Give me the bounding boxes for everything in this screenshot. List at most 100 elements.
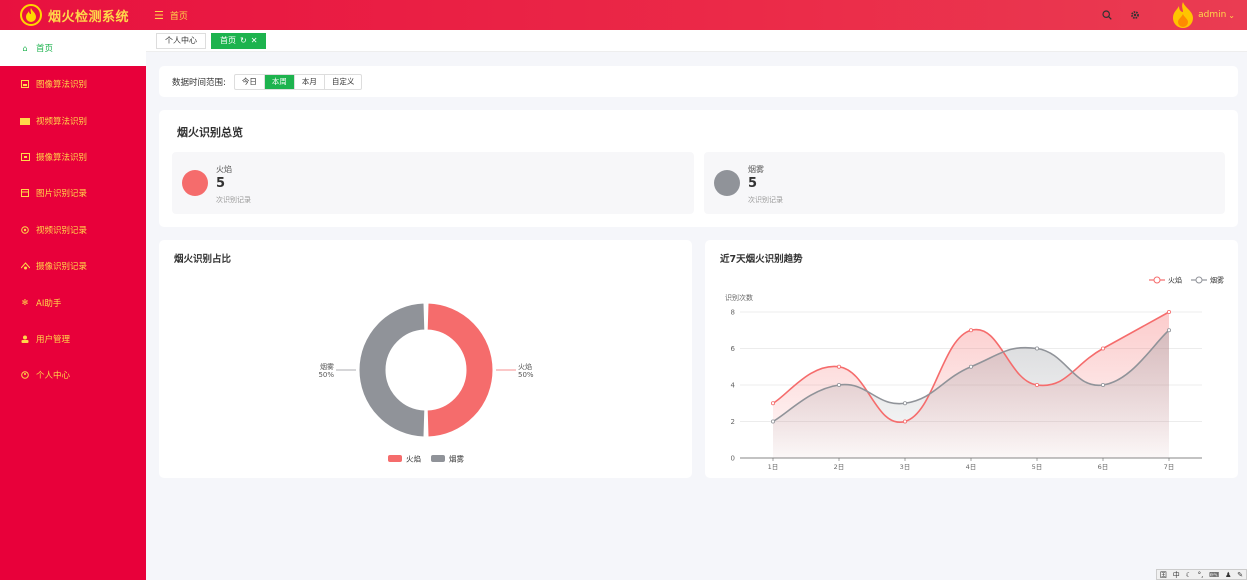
logo-area: 烟火检测系统: [0, 0, 146, 30]
chevron-down-icon[interactable]: ⌄: [1228, 11, 1235, 20]
x-tick-label: 7日: [1164, 463, 1175, 471]
stat-value: 5: [748, 176, 758, 191]
dots-icon[interactable]: °,: [1198, 571, 1204, 579]
y-tick-label: 0: [731, 455, 735, 463]
data-point: [1100, 382, 1105, 387]
language-icon[interactable]: 中: [1173, 570, 1180, 580]
sidebar-item-home[interactable]: ⌂ 首页: [0, 30, 146, 66]
time-range-segment: 今日 本周 本月 自定义: [233, 73, 363, 90]
legend-marker: [1153, 276, 1161, 284]
input-method-icon[interactable]: 囯: [1160, 570, 1167, 580]
range-custom-button[interactable]: 自定义: [325, 75, 362, 89]
refresh-icon[interactable]: ↻: [240, 36, 247, 45]
range-week-button[interactable]: 本周: [264, 74, 295, 89]
tab-label: 个人中心: [165, 36, 197, 45]
app-title: 烟火检测系统: [48, 9, 130, 25]
legend-label: 烟雾: [1210, 276, 1224, 285]
tab-profile[interactable]: 个人中心: [156, 32, 206, 49]
trend-chart-card: 近7天烟火识别趋势 0 2 4 6 8 识别次数 1日 2日 3日 4日 5日 6日 7日 火焰 烟雾: [705, 240, 1238, 478]
legend-label: 火焰: [406, 454, 421, 464]
trend-chart: 0 2 4 6 8 识别次数 1日 2日 3日 4日 5日 6日 7日 火焰 烟雾: [725, 276, 1224, 472]
sidebar-item-label: 视频算法识别: [36, 116, 88, 127]
x-tick-label: 3日: [900, 463, 911, 471]
sidebar-item-image-detect[interactable]: 图像算法识别: [0, 66, 146, 102]
stat-value: 5: [216, 176, 226, 191]
camera-record-icon: [20, 261, 30, 271]
video-record-icon: [20, 225, 30, 235]
sidebar-item-picture-record[interactable]: 图片识别记录: [0, 175, 146, 211]
sidebar-item-ai-assistant[interactable]: ✻ AI助手: [0, 284, 146, 320]
ratio-chart-card: 烟火识别占比 火焰 50% 烟雾 50% 火焰 烟雾: [159, 240, 692, 478]
pie-chart: 火焰50%烟雾50% 火焰 烟雾: [318, 302, 534, 464]
y-axis-label: 识别次数: [725, 293, 753, 302]
username[interactable]: admin: [1198, 10, 1226, 20]
x-tick-label: 4日: [966, 463, 977, 471]
pie-label-name: 烟雾: [320, 362, 334, 371]
y-tick-label: 8: [731, 309, 735, 317]
image-icon: [20, 79, 30, 89]
data-point: [771, 401, 776, 406]
x-tick-label: 5日: [1032, 463, 1043, 471]
profile-icon: [20, 370, 30, 380]
pie-label-percent: 50%: [518, 371, 534, 379]
wrench-icon[interactable]: ✎: [1237, 571, 1243, 579]
stat-unit: 次识别记录: [216, 196, 251, 204]
sidebar-item-profile[interactable]: 个人中心: [0, 357, 146, 393]
tabs-bar: 个人中心 首页 ↻ ✕: [146, 30, 1247, 52]
moon-icon[interactable]: ☾: [1186, 571, 1192, 579]
avatar[interactable]: [1172, 2, 1194, 28]
stat-smoke: 烟雾 5 次识别记录: [704, 152, 1225, 214]
data-point: [1034, 382, 1039, 387]
stat-fire: 火焰 5 次识别记录: [172, 152, 694, 214]
menu-toggle-icon[interactable]: ☰: [154, 9, 164, 22]
pie-slice-0: [426, 302, 494, 438]
person-icon[interactable]: ♟: [1225, 571, 1231, 579]
close-icon[interactable]: ✕: [251, 36, 258, 45]
search-icon[interactable]: [1100, 8, 1114, 22]
sidebar-item-camera-record[interactable]: 摄像识别记录: [0, 248, 146, 284]
data-point: [1166, 310, 1171, 315]
tab-home[interactable]: 首页 ↻ ✕: [211, 32, 267, 49]
y-tick-label: 4: [731, 382, 736, 390]
x-tick-label: 2日: [834, 463, 845, 471]
filter-label: 数据时间范围:: [172, 77, 226, 88]
sidebar-item-label: 图像算法识别: [36, 80, 88, 91]
pie-label-percent: 50%: [318, 371, 334, 379]
fire-dot-icon: [182, 170, 208, 196]
legend-label: 烟雾: [449, 455, 464, 464]
fire-logo-icon: [20, 4, 42, 26]
gear-icon[interactable]: [1128, 8, 1142, 22]
x-tick-label: 6日: [1098, 463, 1109, 471]
sidebar-item-label: 首页: [36, 44, 54, 54]
legend-marker: [1195, 276, 1203, 284]
overview-title: 烟火识别总览: [177, 126, 243, 139]
data-point: [836, 382, 841, 387]
keyboard-icon[interactable]: ⌨: [1209, 571, 1219, 579]
data-point: [1100, 346, 1105, 351]
sidebar-item-label: 摄像算法识别: [36, 152, 88, 163]
user-icon: [20, 334, 30, 344]
camera-icon: [20, 152, 30, 162]
sidebar-item-camera-detect[interactable]: 摄像算法识别: [0, 139, 146, 175]
time-range-filter: 数据时间范围: 今日 本周 本月 自定义: [159, 66, 1238, 97]
sidebar-item-label: 图片识别记录: [36, 189, 88, 200]
data-point: [902, 419, 907, 424]
sidebar-item-video-record[interactable]: 视频识别记录: [0, 212, 146, 248]
y-tick-label: 6: [731, 345, 736, 353]
data-point: [902, 401, 907, 406]
sidebar-item-label: AI助手: [36, 298, 62, 309]
y-tick-label: 2: [731, 418, 735, 426]
breadcrumb[interactable]: 首页: [170, 9, 188, 22]
range-today-button[interactable]: 今日: [235, 74, 265, 89]
range-month-button[interactable]: 本月: [295, 74, 325, 89]
data-point: [771, 419, 776, 424]
x-tick-label: 1日: [768, 463, 779, 471]
sidebar-item-video-detect[interactable]: 视频算法识别: [0, 102, 146, 138]
sidebar-item-user-manage[interactable]: 用户管理: [0, 321, 146, 357]
data-point: [968, 328, 973, 333]
data-point: [1166, 328, 1171, 333]
sidebar-item-label: 个人中心: [36, 371, 71, 382]
video-icon: [20, 116, 30, 126]
stat-name: 烟雾: [748, 165, 764, 174]
legend-label: 火焰: [1168, 276, 1182, 285]
